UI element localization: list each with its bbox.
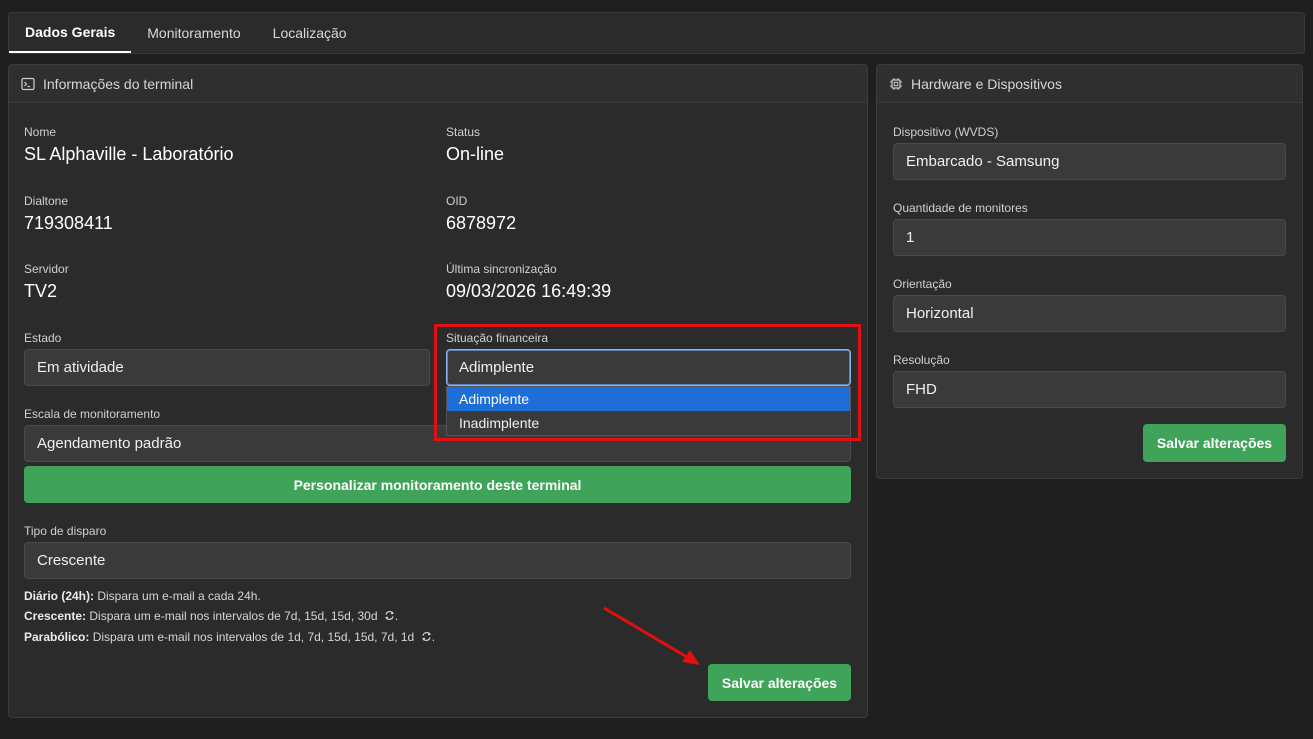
tab-monitoramento[interactable]: Monitoramento	[131, 13, 256, 53]
annotation-arrow-icon	[603, 606, 700, 665]
servidor-label: Servidor	[24, 262, 69, 276]
dialtone-label: Dialtone	[24, 194, 69, 208]
cycle-icon	[418, 630, 432, 644]
help-diario-text: Dispara um e-mail a cada 24h.	[94, 589, 261, 603]
help-crescente-text: Dispara um e-mail nos intervalos de 7d, …	[86, 609, 378, 623]
chip-icon	[889, 77, 903, 91]
help-parabolico-period: .	[431, 630, 435, 644]
help-crescente-term: Crescente:	[24, 609, 87, 623]
resolucao-select[interactable]: FHD	[893, 371, 1286, 408]
dispositivo-label: Dispositivo (WVDS)	[893, 125, 999, 139]
hardware-save-button[interactable]: Salvar alterações	[1143, 424, 1286, 462]
nome-value: SL Alphaville - Laboratório	[24, 144, 234, 164]
tab-bar: Dados Gerais Monitoramento Localização	[8, 12, 1305, 54]
terminal-icon	[21, 77, 35, 91]
terminal-info-title: Informações do terminal	[43, 75, 194, 92]
monitores-input[interactable]: 1	[893, 219, 1286, 256]
help-diario-term: Diário (24h):	[24, 589, 95, 603]
help-crescente-period: .	[394, 609, 399, 623]
resolucao-label: Resolução	[893, 353, 950, 367]
help-parabolico-text: Dispara um e-mail nos intervalos de 1d, …	[89, 630, 415, 644]
escala-label: Escala de monitoramento	[24, 407, 161, 421]
status-label: Status	[446, 125, 481, 139]
help-diario: Diário (24h): Dispara um e-mail a cada 2…	[24, 589, 261, 603]
disparo-label: Tipo de disparo	[24, 524, 107, 538]
dialtone-value: 719308411	[24, 213, 113, 233]
tab-localizacao[interactable]: Localização	[257, 13, 363, 53]
personalizar-button[interactable]: Personalizar monitoramento deste termina…	[24, 466, 851, 503]
help-crescente: Crescente: Dispara um e-mail nos interva…	[24, 609, 398, 623]
help-parabolico-term: Parabólico:	[24, 630, 90, 644]
terminal-save-button[interactable]: Salvar alterações	[708, 664, 851, 701]
status-value: On-line	[446, 144, 505, 164]
help-parabolico: Parabólico: Dispara um e-mail nos interv…	[24, 630, 435, 644]
monitores-label: Quantidade de monitores	[893, 201, 1028, 215]
annotation-highlight-box	[434, 324, 861, 441]
disparo-select[interactable]: Crescente	[24, 542, 851, 579]
orientacao-label: Orientação	[893, 277, 952, 291]
sync-value: 09/03/2026 16:49:39	[446, 281, 612, 301]
estado-select[interactable]: Em atividade	[24, 349, 430, 386]
cycle-icon	[381, 609, 395, 623]
oid-value: 6878972	[446, 213, 517, 233]
tab-dados-gerais[interactable]: Dados Gerais	[9, 13, 132, 53]
hardware-title: Hardware e Dispositivos	[911, 75, 1062, 92]
servidor-value: TV2	[24, 281, 58, 301]
hardware-header: Hardware e Dispositivos	[877, 65, 1302, 103]
sync-label: Última sincronização	[446, 262, 557, 276]
nome-label: Nome	[24, 125, 57, 139]
terminal-info-header: Informações do terminal	[9, 65, 867, 103]
estado-label: Estado	[24, 331, 62, 345]
oid-label: OID	[446, 194, 468, 208]
dispositivo-input[interactable]: Embarcado - Samsung	[893, 143, 1286, 180]
orientacao-select[interactable]: Horizontal	[893, 295, 1286, 332]
